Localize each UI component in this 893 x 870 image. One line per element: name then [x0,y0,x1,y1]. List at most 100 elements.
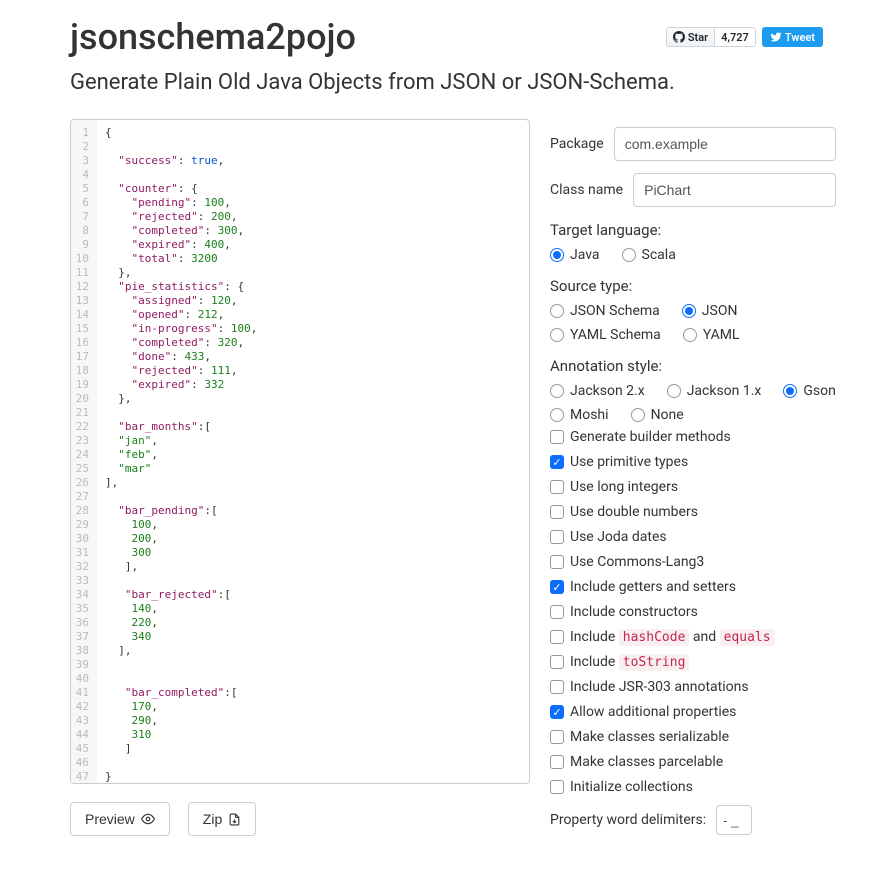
radio-input[interactable] [783,384,797,398]
checkbox-input[interactable] [550,680,564,694]
checkbox-input[interactable] [550,555,564,569]
annotation-option[interactable]: Jackson 1.x [667,383,762,399]
radio-input[interactable] [550,408,564,422]
checkbox-label: Include hashCode and equals [570,629,775,645]
radio-input[interactable] [550,248,564,262]
option-checkbox[interactable]: Initialize collections [550,779,836,795]
source-type-option[interactable]: YAML Schema [550,327,661,343]
radio-label: JSON Schema [570,303,660,319]
option-checkbox[interactable]: Include toString [550,654,836,670]
checkbox-label: Use Commons-Lang3 [570,554,704,570]
option-checkbox[interactable]: Make classes parcelable [550,754,836,770]
radio-label: None [651,407,684,423]
checkbox-label: Use double numbers [570,504,698,520]
checkbox-input[interactable] [550,730,564,744]
target-language-label: Target language: [550,221,836,239]
checkbox-input[interactable] [550,480,564,494]
target-language-group: Java Scala [550,247,836,263]
radio-input[interactable] [667,384,681,398]
option-checkbox[interactable]: Use primitive types [550,454,836,470]
radio-label: Java [570,247,600,263]
zip-label: Zip [203,811,222,827]
annotation-option[interactable]: Moshi [550,407,609,423]
checkbox-label: Initialize collections [570,779,693,795]
option-checkbox[interactable]: Use double numbers [550,504,836,520]
radio-input[interactable] [550,384,564,398]
option-checkbox[interactable]: Include hashCode and equals [550,629,836,645]
source-type-option[interactable]: JSON [682,303,738,319]
option-checkbox[interactable]: Include JSR-303 annotations [550,679,836,695]
radio-label: Jackson 2.x [570,383,645,399]
delimiters-label: Property word delimiters: [550,812,706,828]
source-type-label: Source type: [550,277,836,295]
checkbox-label: Allow additional properties [570,704,736,720]
checkbox-label: Use primitive types [570,454,688,470]
options-checklist: Generate builder methods Use primitive ty… [550,429,836,795]
file-icon [228,813,241,826]
tweet-button[interactable]: Tweet [762,27,823,47]
checkbox-input[interactable] [550,705,564,719]
option-checkbox[interactable]: Include constructors [550,604,836,620]
checkbox-input[interactable] [550,655,564,669]
tweet-label: Tweet [785,31,815,44]
editor-gutter: 1234567891011121314151617181920212223242… [71,120,97,783]
checkbox-input[interactable] [550,505,564,519]
target-language-option[interactable]: Java [550,247,600,263]
checkbox-input[interactable] [550,430,564,444]
checkbox-input[interactable] [550,530,564,544]
delimiters-input[interactable] [716,805,752,835]
checkbox-input[interactable] [550,755,564,769]
checkbox-label: Include constructors [570,604,698,620]
zip-button[interactable]: Zip [188,802,256,836]
radio-label: Scala [642,247,676,263]
package-input[interactable] [614,127,836,161]
annotation-style-label: Annotation style: [550,357,836,375]
radio-input[interactable] [550,304,564,318]
option-checkbox[interactable]: Allow additional properties [550,704,836,720]
radio-input[interactable] [631,408,645,422]
checkbox-label: Include toString [570,654,689,670]
subtitle: Generate Plain Old Java Objects from JSO… [70,70,823,95]
classname-label: Class name [550,182,623,198]
option-checkbox[interactable]: Make classes serializable [550,729,836,745]
source-type-option[interactable]: JSON Schema [550,303,660,319]
annotation-option[interactable]: Gson [783,383,835,399]
preview-label: Preview [85,811,135,827]
checkbox-label: Include getters and setters [570,579,736,595]
option-checkbox[interactable]: Use long integers [550,479,836,495]
option-checkbox[interactable]: Use Joda dates [550,529,836,545]
github-star-label: Star [688,31,708,44]
target-language-option[interactable]: Scala [622,247,676,263]
checkbox-input[interactable] [550,605,564,619]
github-star-count: 4,727 [715,28,755,46]
editor-code[interactable]: { "success": true, "counter": { "pending… [97,120,529,783]
radio-input[interactable] [683,328,697,342]
source-type-option[interactable]: YAML [683,327,740,343]
checkbox-input[interactable] [550,580,564,594]
annotation-option[interactable]: Jackson 2.x [550,383,645,399]
classname-input[interactable] [633,173,836,207]
radio-input[interactable] [682,304,696,318]
radio-input[interactable] [622,248,636,262]
checkbox-label: Make classes parcelable [570,754,723,770]
checkbox-label: Include JSR-303 annotations [570,679,749,695]
github-star-button[interactable]: Star 4,727 [666,27,756,47]
source-type-group: JSON Schema JSON YAML Schema YAML [550,303,836,343]
checkbox-label: Use long integers [570,479,678,495]
option-checkbox[interactable]: Include getters and setters [550,579,836,595]
checkbox-input[interactable] [550,630,564,644]
radio-input[interactable] [550,328,564,342]
json-editor[interactable]: 1234567891011121314151617181920212223242… [70,119,530,784]
checkbox-label: Make classes serializable [570,729,729,745]
twitter-icon [770,31,782,43]
checkbox-input[interactable] [550,455,564,469]
preview-button[interactable]: Preview [70,802,170,836]
radio-label: Jackson 1.x [687,383,762,399]
option-checkbox[interactable]: Generate builder methods [550,429,836,445]
checkbox-label: Use Joda dates [570,529,667,545]
annotation-option[interactable]: None [631,407,684,423]
checkbox-input[interactable] [550,780,564,794]
option-checkbox[interactable]: Use Commons-Lang3 [550,554,836,570]
github-icon [673,31,685,43]
radio-label: YAML [703,327,740,343]
